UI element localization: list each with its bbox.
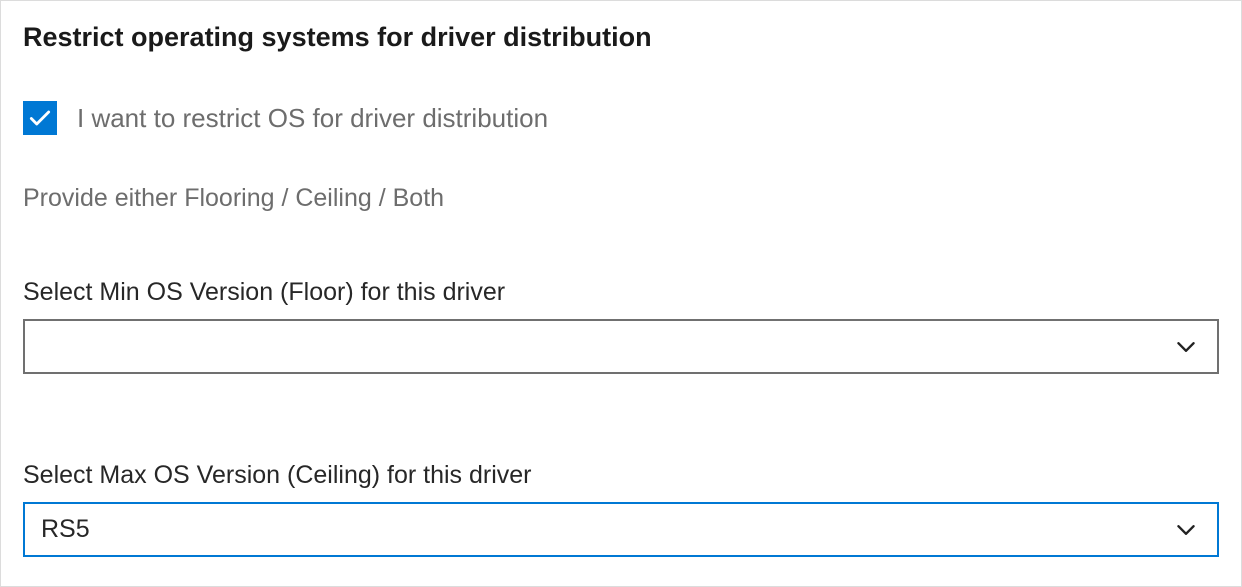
max-os-select[interactable]: RS5 xyxy=(23,502,1219,557)
min-os-select-wrap xyxy=(23,319,1219,374)
restrict-os-checkbox-row: I want to restrict OS for driver distrib… xyxy=(23,101,1219,135)
max-os-label: Select Max OS Version (Ceiling) for this… xyxy=(23,460,1219,490)
helper-text: Provide either Flooring / Ceiling / Both xyxy=(23,183,1219,213)
checkmark-icon xyxy=(27,105,53,131)
restrict-os-checkbox[interactable] xyxy=(23,101,57,135)
restrict-os-pane: Restrict operating systems for driver di… xyxy=(0,0,1242,587)
max-os-select-wrap: RS5 xyxy=(23,502,1219,557)
max-os-field: Select Max OS Version (Ceiling) for this… xyxy=(23,460,1219,557)
restrict-os-checkbox-label[interactable]: I want to restrict OS for driver distrib… xyxy=(77,103,548,134)
section-heading: Restrict operating systems for driver di… xyxy=(23,21,1219,53)
min-os-select[interactable] xyxy=(23,319,1219,374)
min-os-field: Select Min OS Version (Floor) for this d… xyxy=(23,277,1219,374)
max-os-value: RS5 xyxy=(41,515,90,544)
min-os-label: Select Min OS Version (Floor) for this d… xyxy=(23,277,1219,307)
